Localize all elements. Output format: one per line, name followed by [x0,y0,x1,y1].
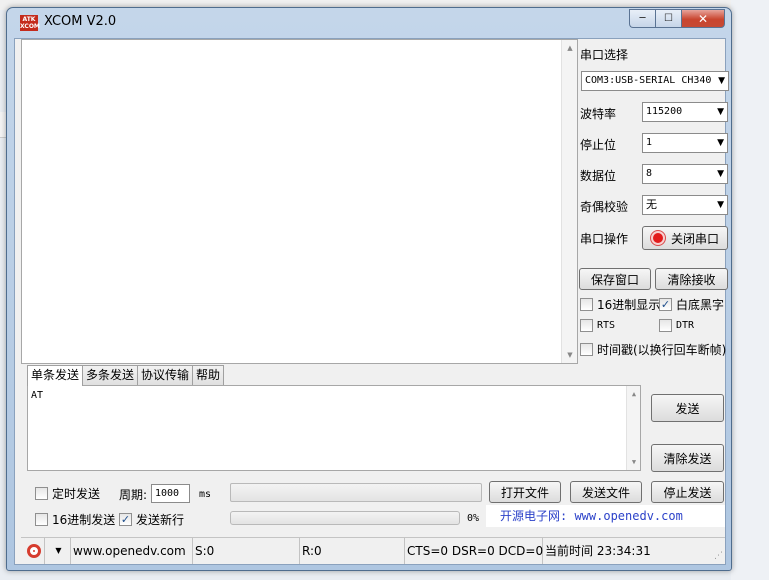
period-unit: ms [199,489,212,500]
resize-grip-icon[interactable]: ⋰ [714,551,723,561]
data-bits-value: 8 [646,168,653,179]
tab-single-send[interactable]: 单条发送 [27,365,84,386]
power-icon [26,544,41,558]
send-progress-bar [230,511,460,525]
baud-rate-value: 115200 [646,106,683,117]
chevron-down-icon: ▼ [717,169,724,179]
send-button[interactable]: 发送 [651,394,724,422]
timestamp-label: 时间戳(以换行回车断帧) [597,343,727,357]
app-logo-icon: ATK XCOM [20,15,40,31]
stop-bits-dropdown[interactable]: 1 ▼ [642,133,728,153]
stop-bits-value: 1 [646,137,653,148]
scroll-up-arrow-icon[interactable]: ▲ [627,386,641,402]
open-file-button[interactable]: 打开文件 [489,481,561,503]
rts-checkbox[interactable]: RTS [580,319,615,332]
rts-label: RTS [597,320,616,331]
stop-bits-label: 停止位 [580,138,617,152]
dtr-label: DTR [676,320,695,331]
hex-display-checkbox[interactable]: 16进制显示 [580,296,660,313]
maximize-button[interactable]: ☐ [655,9,681,28]
scroll-up-arrow-icon[interactable]: ▲ [562,40,578,56]
chevron-down-icon: ▼ [717,107,724,117]
dtr-checkbox[interactable]: DTR [659,319,694,332]
status-received-count: R:0 [300,538,405,564]
white-bg-label: 白底黑字 [676,298,725,312]
send-tabs: 单条发送 多条发送 协议传输 帮助 [27,365,225,386]
send-scrollbar[interactable]: ▲ ▼ [626,386,640,470]
background-app-area [731,0,769,580]
checkbox-box[interactable] [580,319,593,332]
receive-scrollbar[interactable]: ▲ ▼ [561,40,577,363]
xcom-window: ATK XCOM XCOM V2.0 ─ ☐ ✕ ▲ ▼ 串口选择 COM3:US… [6,7,732,571]
timed-send-label: 定时发送 [52,487,101,501]
send-newline-label: 发送新行 [136,513,185,527]
timestamp-checkbox[interactable]: 时间戳(以换行回车断帧) [580,341,726,358]
send-text: AT [31,390,44,401]
port-select-dropdown[interactable]: COM3:USB-SERIAL CH340 ▼ [581,71,729,91]
timed-send-checkbox[interactable]: 定时发送 [35,485,100,502]
hex-send-label: 16进制发送 [52,513,116,527]
checkmark-icon[interactable]: ✓ [119,513,132,526]
checkbox-box[interactable] [35,513,48,526]
tab-protocol[interactable]: 协议传输 [137,365,194,385]
data-bits-dropdown[interactable]: 8 ▼ [642,164,728,184]
clear-send-button[interactable]: 清除发送 [651,444,724,472]
send-textarea[interactable]: AT ▲ ▼ [27,385,641,471]
minimize-button[interactable]: ─ [629,9,655,28]
checkbox-box[interactable] [580,343,593,356]
checkbox-box[interactable] [659,319,672,332]
save-window-button[interactable]: 保存窗口 [579,268,651,290]
parity-label: 奇偶校验 [580,200,629,214]
status-signals: CTS=0 DSR=0 DCD=0 [405,538,543,564]
parity-dropdown[interactable]: 无 ▼ [642,195,728,215]
port-select-value: COM3:USB-SERIAL CH340 [585,75,712,86]
parity-value: 无 [646,198,657,211]
scroll-down-arrow-icon[interactable]: ▼ [562,347,578,363]
window-title: XCOM V2.0 [44,14,117,29]
close-port-label: 关闭串口 [670,231,719,246]
client-area: ▲ ▼ 串口选择 COM3:USB-SERIAL CH340 ▼ 波特率 115… [14,38,729,565]
chevron-down-icon: ▼ [717,138,724,148]
port-select-label: 串口选择 [580,48,629,62]
chevron-down-icon: ▼ [717,200,724,210]
close-button[interactable]: ✕ [681,9,725,28]
status-icon[interactable] [21,538,45,564]
send-newline-checkbox[interactable]: ✓ 发送新行 [119,511,184,528]
window-controls: ─ ☐ ✕ [629,9,725,29]
status-sent-count: S:0 [193,538,300,564]
close-port-button[interactable]: 关闭串口 [642,226,728,250]
stop-send-button[interactable]: 停止发送 [651,481,724,503]
port-status-icon [650,231,665,245]
hex-display-label: 16进制显示 [597,298,661,312]
tab-multi-send[interactable]: 多条发送 [82,365,139,385]
baud-rate-dropdown[interactable]: 115200 ▼ [642,102,728,122]
site-link[interactable]: 开源电子网: www.openedv.com [486,505,725,527]
checkbox-box[interactable] [35,487,48,500]
hex-send-checkbox[interactable]: 16进制发送 [35,511,115,528]
period-label: 周期: [119,488,148,502]
data-bits-label: 数据位 [580,169,617,183]
checkbox-box[interactable] [580,298,593,311]
clear-receive-button[interactable]: 清除接收 [655,268,728,290]
port-operation-label: 串口操作 [580,232,629,246]
tab-help[interactable]: 帮助 [192,365,225,385]
status-menu-dropdown[interactable]: ▼ [45,538,71,564]
status-url[interactable]: www.openedv.com [71,538,193,564]
status-bar: ▼ www.openedv.com S:0 R:0 CTS=0 DSR=0 DC… [21,537,725,564]
scroll-down-arrow-icon[interactable]: ▼ [627,454,641,470]
period-input[interactable]: 1000 [151,484,190,503]
chevron-down-icon: ▼ [718,76,725,86]
send-file-button[interactable]: 发送文件 [570,481,642,503]
receive-textarea[interactable]: ▲ ▼ [21,39,578,364]
send-progress-percent: 0% [467,513,480,524]
file-progress-bar [230,483,482,502]
white-bg-checkbox[interactable]: ✓ 白底黑字 [659,296,724,313]
baud-rate-label: 波特率 [580,107,617,121]
status-time: 当前时间 23:34:31 [545,544,651,558]
chevron-down-icon: ▼ [55,546,62,555]
checkmark-icon[interactable]: ✓ [659,298,672,311]
